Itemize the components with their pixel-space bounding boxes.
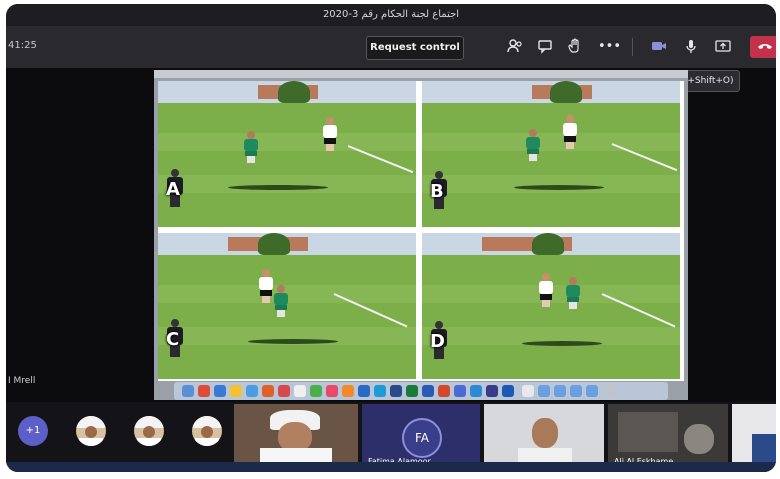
panel-label-b: B bbox=[430, 181, 444, 202]
panel-label-c: C bbox=[166, 329, 180, 350]
app-icon bbox=[198, 385, 210, 397]
video-frame-a: A bbox=[158, 81, 416, 227]
participant-tile-fatima[interactable]: FA Fatima Alamoor bbox=[362, 404, 480, 470]
finder-icon bbox=[182, 385, 194, 397]
participant-avatar[interactable] bbox=[134, 416, 164, 446]
participant-initials: FA bbox=[402, 418, 442, 458]
meeting-timer: 41:25 bbox=[8, 40, 37, 51]
video-frame-b: B bbox=[422, 81, 680, 227]
request-control-button[interactable]: Request control bbox=[366, 36, 464, 60]
participant-avatar[interactable] bbox=[192, 416, 222, 446]
camera-icon[interactable] bbox=[650, 38, 668, 56]
microphone-icon[interactable] bbox=[682, 38, 700, 56]
app-icon bbox=[390, 385, 402, 397]
excel-icon bbox=[406, 385, 418, 397]
app-icon bbox=[262, 385, 274, 397]
app-store-icon bbox=[246, 385, 258, 397]
participant-avatar[interactable] bbox=[76, 416, 106, 446]
shared-document: A B C D bbox=[158, 81, 684, 381]
safari-icon bbox=[214, 385, 226, 397]
app-icon bbox=[502, 385, 514, 397]
word-icon bbox=[422, 385, 434, 397]
powerpoint-icon bbox=[438, 385, 450, 397]
participant-video-tile[interactable] bbox=[484, 404, 604, 470]
app-icon bbox=[374, 385, 386, 397]
chat-icon[interactable] bbox=[536, 38, 554, 56]
video-frame-c: C bbox=[158, 233, 416, 379]
shared-screen: A B C D bbox=[154, 70, 688, 400]
folder-icon bbox=[554, 385, 566, 397]
shared-menubar bbox=[154, 70, 688, 78]
news-icon bbox=[326, 385, 338, 397]
video-frame-d: D bbox=[422, 233, 680, 379]
taskbar bbox=[6, 462, 776, 472]
toolbar-divider bbox=[632, 38, 633, 56]
more-participants-button[interactable]: +1 bbox=[18, 416, 48, 446]
app-icon bbox=[278, 385, 290, 397]
app-icon bbox=[310, 385, 322, 397]
hang-up-icon bbox=[758, 44, 772, 49]
chrome-icon bbox=[230, 385, 242, 397]
window-title: اجتماع لجنة الحكام رقم 3-2020 bbox=[6, 4, 776, 26]
teams-icon bbox=[454, 385, 466, 397]
panel-label-a: A bbox=[166, 179, 180, 200]
meeting-toolbar: 41:25 Request control ••• bbox=[6, 26, 776, 68]
app-icon bbox=[342, 385, 354, 397]
raise-hand-icon[interactable] bbox=[566, 38, 584, 56]
participant-video-tile[interactable] bbox=[732, 404, 776, 470]
panel-label-d: D bbox=[430, 331, 445, 352]
share-screen-icon[interactable] bbox=[714, 38, 732, 56]
mac-dock bbox=[174, 382, 668, 400]
folder-icon bbox=[570, 385, 582, 397]
more-options-icon[interactable]: ••• bbox=[598, 38, 621, 56]
app-icon bbox=[358, 385, 370, 397]
document-icon bbox=[522, 385, 534, 397]
folder-icon bbox=[586, 385, 598, 397]
people-icon[interactable] bbox=[506, 38, 524, 56]
hang-up-button[interactable] bbox=[750, 36, 776, 58]
calendar-icon bbox=[294, 385, 306, 397]
app-icon bbox=[486, 385, 498, 397]
teams-window: اجتماع لجنة الحكام رقم 3-2020 41:25 Requ… bbox=[6, 4, 776, 472]
presenter-name: I Mrell bbox=[8, 376, 36, 386]
folder-icon bbox=[538, 385, 550, 397]
app-icon bbox=[470, 385, 482, 397]
participant-tile-ali[interactable]: Ali Al Eskhame bbox=[608, 404, 728, 470]
trash-icon bbox=[606, 385, 618, 397]
participant-video-tile[interactable] bbox=[234, 404, 358, 470]
